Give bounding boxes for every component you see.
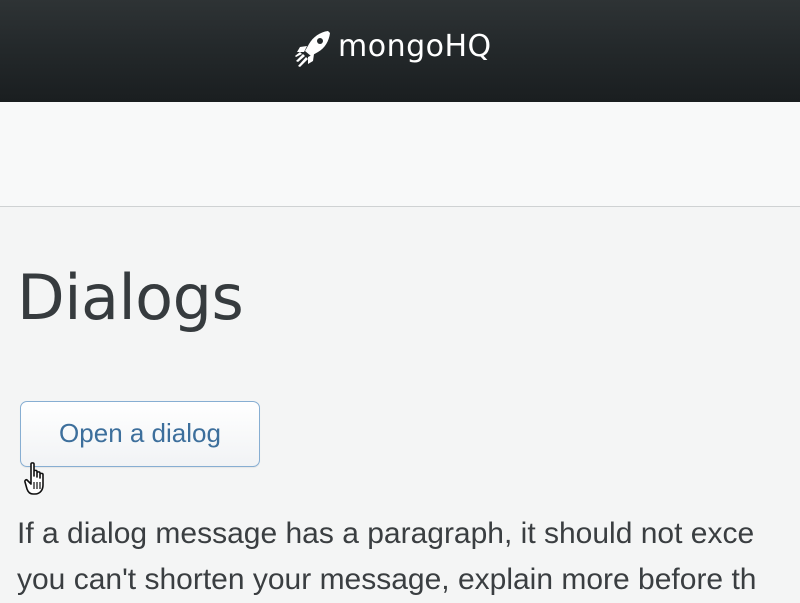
paragraph-line-1: If a dialog message has a paragraph, it … — [17, 517, 755, 550]
hand-pointer-icon — [24, 462, 44, 495]
secondary-toolbar — [0, 102, 800, 207]
paragraph-line-2: you can't shorten your message, explain … — [17, 563, 757, 596]
rocket-icon — [295, 31, 330, 67]
brand-logo[interactable]: mongoHQ — [294, 28, 492, 70]
page-title: Dialogs — [17, 261, 244, 334]
brand-name: mongoHQ — [338, 29, 492, 64]
description-paragraph: If a dialog message has a paragraph, it … — [17, 511, 756, 603]
top-navbar: mongoHQ — [0, 0, 800, 102]
open-dialog-button[interactable]: Open a dialog — [20, 401, 260, 467]
main-content: Dialogs Open a dialog If a dialog messag… — [0, 207, 800, 600]
